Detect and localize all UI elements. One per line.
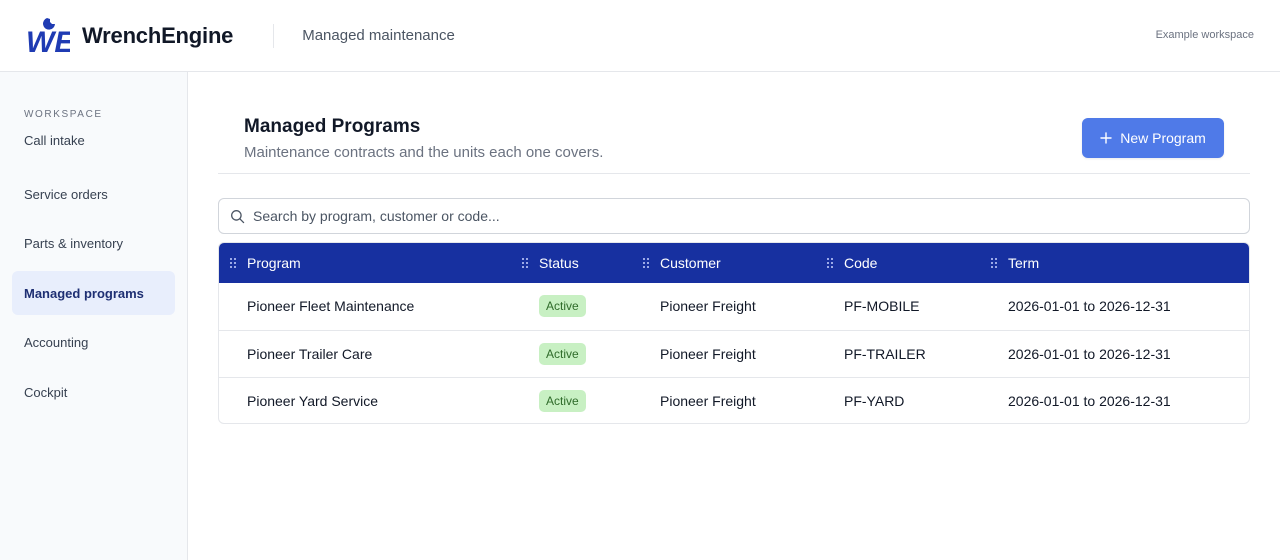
cell-code: PF-YARD — [844, 392, 905, 409]
page-title: Managed Programs — [244, 116, 421, 137]
table-header-row: Program Status Customer Code Term — [219, 243, 1249, 283]
main-content: Managed Programs Maintenance contracts a… — [188, 72, 1280, 560]
column-header-customer[interactable]: Customer — [632, 243, 816, 283]
cell-customer: Pioneer Freight — [660, 298, 756, 315]
column-header-term[interactable]: Term — [980, 243, 1249, 283]
cell-term: 2026-01-01 to 2026-12-31 — [1008, 345, 1171, 362]
column-label: Code — [844, 255, 878, 271]
programs-table: Program Status Customer Code Term Pionee… — [218, 242, 1250, 424]
new-program-button[interactable]: New Program — [1082, 118, 1224, 158]
page-subtitle: Maintenance contracts and the units each… — [244, 144, 604, 161]
search-box[interactable] — [218, 198, 1250, 234]
brand-name: WrenchEngine — [82, 22, 234, 48]
drag-handle-icon[interactable] — [521, 257, 529, 269]
status-badge: Active — [539, 342, 586, 365]
column-label: Program — [247, 255, 301, 271]
column-header-program[interactable]: Program — [219, 243, 511, 283]
cell-program[interactable]: Pioneer Fleet Maintenance — [219, 283, 511, 330]
column-label: Customer — [660, 255, 721, 271]
drag-handle-icon[interactable] — [642, 257, 650, 269]
sidebar: WORKSPACE Call intake Service orders Par… — [0, 72, 188, 560]
cell-code: PF-TRAILER — [844, 345, 926, 362]
sidebar-item-accounting[interactable]: Accounting — [12, 321, 175, 365]
cell-status: Active — [511, 330, 632, 377]
column-header-code[interactable]: Code — [816, 243, 980, 283]
cell-customer: Pioneer Freight — [660, 392, 756, 409]
column-header-status[interactable]: Status — [511, 243, 632, 283]
header-divider — [273, 23, 275, 48]
table-row[interactable]: Pioneer Fleet Maintenance Active Pioneer… — [219, 283, 1249, 330]
cell-status: Active — [511, 283, 632, 330]
sidebar-item-parts-inventory[interactable]: Parts & inventory — [12, 222, 175, 266]
cell-program[interactable]: Pioneer Yard Service — [219, 377, 511, 423]
column-label: Term — [1008, 255, 1040, 271]
sidebar-item-service-orders[interactable]: Service orders — [12, 172, 175, 216]
sidebar-item-label: Call intake — [24, 132, 85, 148]
new-program-button-label: New Program — [1120, 130, 1206, 146]
sidebar-item-label: Accounting — [24, 335, 89, 350]
workspace-label[interactable]: Example workspace — [1156, 29, 1254, 41]
cell-code: PF-MOBILE — [844, 298, 920, 315]
table-row[interactable]: Pioneer Trailer Care Active Pioneer Frei… — [219, 330, 1249, 377]
search-input[interactable] — [253, 201, 1233, 231]
sidebar-item-label: Parts & inventory — [24, 236, 123, 251]
cell-program[interactable]: Pioneer Trailer Care — [219, 330, 511, 377]
header-section-title: Managed maintenance — [302, 27, 455, 44]
search-icon — [231, 209, 245, 223]
status-badge: Active — [539, 389, 586, 412]
sidebar-item-call-intake[interactable]: Call intake — [12, 125, 175, 155]
cell-status: Active — [511, 377, 632, 423]
sidebar-item-cockpit[interactable]: Cockpit — [12, 370, 175, 414]
sidebar-item-label: Managed programs — [24, 285, 144, 301]
cell-customer: Pioneer Freight — [660, 345, 756, 362]
sidebar-nav: Call intake Service orders Parts & inven… — [0, 125, 187, 414]
sidebar-item-label: Service orders — [24, 186, 108, 202]
page-header: Managed Programs Maintenance contracts a… — [218, 72, 1250, 174]
drag-handle-icon[interactable] — [990, 257, 998, 269]
status-badge: Active — [539, 295, 586, 318]
sidebar-heading: WORKSPACE — [24, 109, 103, 120]
wrench-engine-logo: WE — [26, 17, 70, 56]
drag-handle-icon[interactable] — [826, 257, 834, 269]
cell-term: 2026-01-01 to 2026-12-31 — [1008, 392, 1171, 409]
column-label: Status — [539, 255, 579, 271]
sidebar-item-managed-programs[interactable]: Managed programs — [12, 271, 175, 315]
cell-term: 2026-01-01 to 2026-12-31 — [1008, 298, 1171, 315]
svg-text:WE: WE — [26, 26, 70, 56]
app-header: WE WrenchEngine Managed maintenance Exam… — [0, 0, 1280, 72]
plus-icon — [1100, 132, 1112, 144]
brand[interactable]: WE WrenchEngine — [26, 16, 233, 56]
sidebar-item-label: Cockpit — [24, 384, 68, 400]
table-row[interactable]: Pioneer Yard Service Active Pioneer Frei… — [219, 377, 1249, 423]
drag-handle-icon[interactable] — [229, 257, 237, 269]
